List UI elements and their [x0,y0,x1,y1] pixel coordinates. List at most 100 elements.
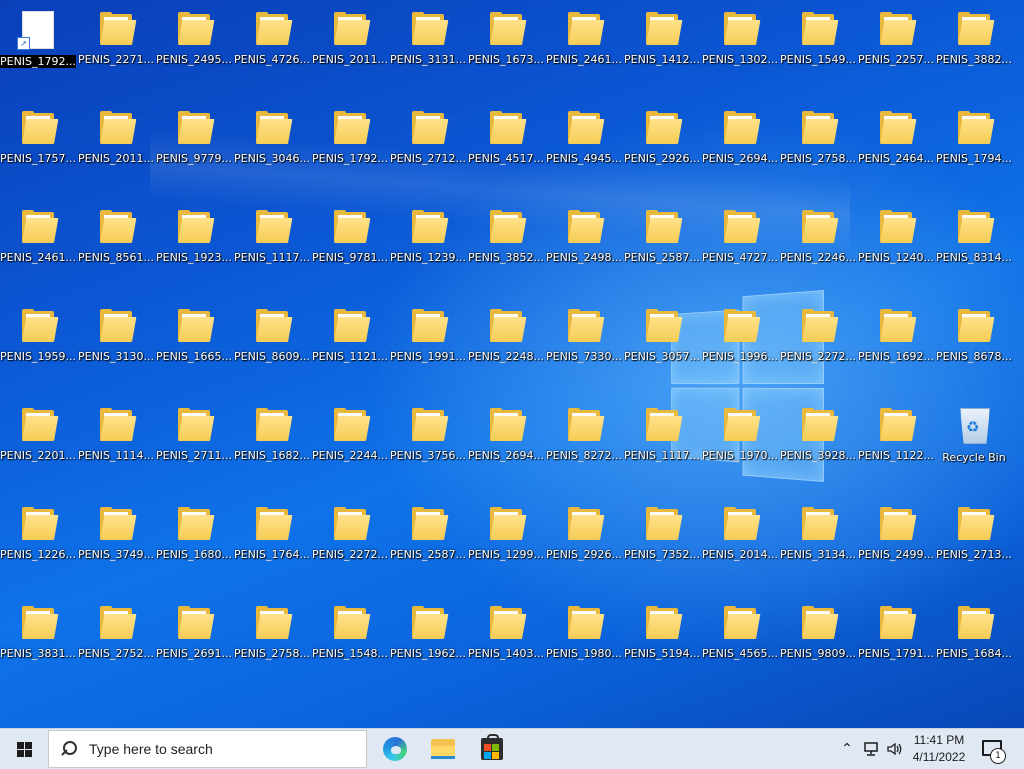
desktop-icon-folder[interactable]: PENIS_2011... [312,2,388,82]
desktop-icon-folder[interactable]: PENIS_2499... [858,497,934,577]
desktop-icon-folder[interactable]: PENIS_2271... [78,2,154,82]
desktop-icon-folder[interactable]: PENIS_2272... [312,497,388,577]
desktop-icon-folder[interactable]: PENIS_2691... [156,596,232,676]
desktop-icon-folder[interactable]: PENIS_2926... [546,497,622,577]
desktop-icon-folder[interactable]: PENIS_3831... [0,596,76,676]
desktop-icon-folder[interactable]: PENIS_2712... [390,101,466,181]
clock-button[interactable]: 11:41 PM 4/11/2022 [906,732,972,766]
show-hidden-icons-button[interactable]: ⌃ [836,729,858,769]
desktop-icon-folder[interactable]: PENIS_4517... [468,101,544,181]
desktop-icon-folder[interactable]: PENIS_1991... [390,299,466,379]
desktop-icon-folder[interactable]: PENIS_1757... [0,101,76,181]
desktop-icon-folder[interactable]: PENIS_7352... [624,497,700,577]
desktop-icon-folder[interactable]: PENIS_1665... [156,299,232,379]
desktop-icon-folder[interactable]: PENIS_1684... [936,596,1012,676]
desktop-icon-folder[interactable]: PENIS_4727... [702,200,778,280]
taskbar-file-explorer-button[interactable] [419,729,467,769]
action-center-button[interactable]: 1 [980,738,1006,764]
desktop-icon-folder[interactable]: PENIS_2587... [624,200,700,280]
desktop-icon-folder[interactable]: PENIS_1114... [78,398,154,478]
desktop-icon-folder[interactable]: PENIS_2248... [468,299,544,379]
desktop-icon-folder[interactable]: PENIS_1792... [312,101,388,181]
desktop-icon-folder[interactable]: PENIS_8609... [234,299,310,379]
desktop-icon-folder[interactable]: PENIS_2246... [780,200,856,280]
taskbar-edge-button[interactable] [371,729,419,769]
desktop-icon-folder[interactable]: PENIS_8678... [936,299,1012,379]
desktop-icon-folder[interactable]: PENIS_1970... [702,398,778,478]
desktop-icon-folder[interactable]: PENIS_2711... [156,398,232,478]
desktop-icon-folder[interactable]: PENIS_2694... [468,398,544,478]
desktop-icon-folder[interactable]: PENIS_2011... [78,101,154,181]
desktop-icon-folder[interactable]: PENIS_9809... [780,596,856,676]
desktop-icon-folder[interactable]: PENIS_2498... [546,200,622,280]
desktop-icon-folder[interactable]: PENIS_2926... [624,101,700,181]
desktop-icon-folder[interactable]: PENIS_3057... [624,299,700,379]
desktop-icon-folder[interactable]: PENIS_1548... [312,596,388,676]
desktop-icon-folder[interactable]: PENIS_9779... [156,101,232,181]
desktop-icon-folder[interactable]: PENIS_1794... [936,101,1012,181]
desktop-icon-folder[interactable]: PENIS_1673... [468,2,544,82]
taskbar-store-button[interactable] [468,729,516,769]
start-button[interactable] [0,729,48,769]
desktop-icon-folder[interactable]: PENIS_1923... [156,200,232,280]
desktop-icon-folder[interactable]: PENIS_4945... [546,101,622,181]
desktop-icon-folder[interactable]: PENIS_3852... [468,200,544,280]
desktop-icon-folder[interactable]: PENIS_1302... [702,2,778,82]
desktop-icon-folder[interactable]: PENIS_1959... [0,299,76,379]
desktop-icon-folder[interactable]: PENIS_8314... [936,200,1012,280]
desktop-icon-folder[interactable]: PENIS_3749... [78,497,154,577]
desktop-icon-folder[interactable]: PENIS_1226... [0,497,76,577]
desktop-icon-folder[interactable]: PENIS_2272... [780,299,856,379]
desktop-icon-folder[interactable]: PENIS_4565... [702,596,778,676]
desktop-icon-folder[interactable]: PENIS_2257... [858,2,934,82]
desktop-icon-folder[interactable]: PENIS_1682... [234,398,310,478]
desktop-icon-folder[interactable]: PENIS_5194... [624,596,700,676]
volume-tray-button[interactable] [884,729,906,769]
desktop-icon-folder[interactable]: PENIS_3131... [390,2,466,82]
desktop-icon-folder[interactable]: PENIS_2752... [78,596,154,676]
desktop-icon-folder[interactable]: PENIS_2713... [936,497,1012,577]
network-tray-button[interactable] [860,729,884,769]
desktop-icon-folder[interactable]: PENIS_1117... [234,200,310,280]
desktop-icon-folder[interactable]: PENIS_1240... [858,200,934,280]
desktop-icon-folder[interactable]: PENIS_1764... [234,497,310,577]
desktop-icon-folder[interactable]: PENIS_2461... [0,200,76,280]
desktop-icon-folder[interactable]: PENIS_1549... [780,2,856,82]
desktop-icon-folder[interactable]: PENIS_1121... [312,299,388,379]
desktop-icon-folder[interactable]: PENIS_1692... [858,299,934,379]
desktop-icon-folder[interactable]: PENIS_2758... [780,101,856,181]
desktop-icon-folder[interactable]: PENIS_8561... [78,200,154,280]
desktop-icon-folder[interactable]: PENIS_1403... [468,596,544,676]
desktop-icon-folder[interactable]: PENIS_1962... [390,596,466,676]
desktop-icon-folder[interactable]: PENIS_3928... [780,398,856,478]
desktop-icon-folder[interactable]: PENIS_4726... [234,2,310,82]
desktop-icon-shortcut[interactable]: ↗ PENIS_1792... [0,2,76,82]
desktop-icon-folder[interactable]: PENIS_1996... [702,299,778,379]
desktop-icon-folder[interactable]: PENIS_8272... [546,398,622,478]
desktop-icon-folder[interactable]: PENIS_9781... [312,200,388,280]
desktop-icon-folder[interactable]: PENIS_1680... [156,497,232,577]
desktop-icon-folder[interactable]: PENIS_1791... [858,596,934,676]
desktop-icon-folder[interactable]: PENIS_1239... [390,200,466,280]
desktop-icon-folder[interactable]: PENIS_3046... [234,101,310,181]
desktop-icon-folder[interactable]: PENIS_1980... [546,596,622,676]
search-box[interactable]: Type here to search [48,730,367,768]
desktop-icon-folder[interactable]: PENIS_2694... [702,101,778,181]
desktop-icon-folder[interactable]: PENIS_2014... [702,497,778,577]
desktop-icon-folder[interactable]: PENIS_3756... [390,398,466,478]
desktop-icon-recycle-bin[interactable]: ♻ Recycle Bin [936,398,1012,478]
desktop-icon-folder[interactable]: PENIS_1117... [624,398,700,478]
desktop-icon-folder[interactable]: PENIS_2758... [234,596,310,676]
desktop-icon-folder[interactable]: PENIS_2244... [312,398,388,478]
desktop-icon-folder[interactable]: PENIS_1412... [624,2,700,82]
desktop-icon-folder[interactable]: PENIS_2464... [858,101,934,181]
desktop-icon-folder[interactable]: PENIS_2201... [0,398,76,478]
desktop-icon-folder[interactable]: PENIS_1122... [858,398,934,478]
desktop-icon-folder[interactable]: PENIS_3130... [78,299,154,379]
desktop-icon-folder[interactable]: PENIS_2461... [546,2,622,82]
desktop-icon-folder[interactable]: PENIS_1299... [468,497,544,577]
desktop-icon-folder[interactable]: PENIS_3134... [780,497,856,577]
desktop-icon-folder[interactable]: PENIS_3882... [936,2,1012,82]
desktop-icon-folder[interactable]: PENIS_2495... [156,2,232,82]
desktop-icon-folder[interactable]: PENIS_2587... [390,497,466,577]
